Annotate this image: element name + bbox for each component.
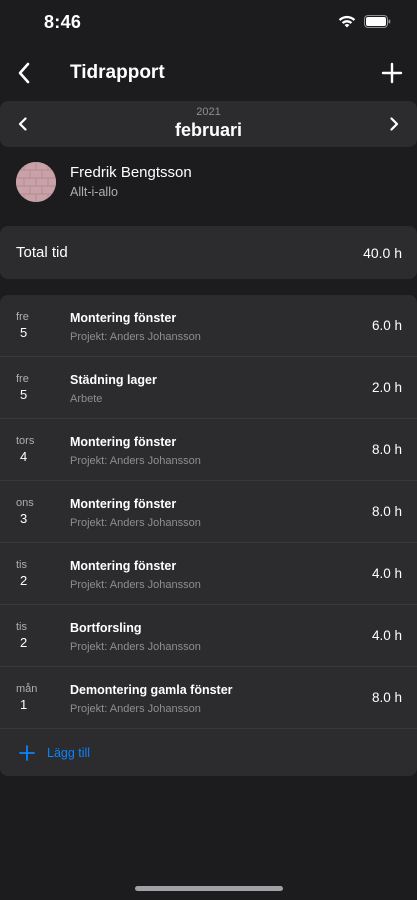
time-entry-row[interactable]: fre 5 Städning lager Arbete 2.0 h xyxy=(0,357,417,419)
time-entry-row[interactable]: fre 5 Montering fönster Projekt: Anders … xyxy=(0,295,417,357)
battery-icon xyxy=(364,15,391,28)
entry-day-name: tis xyxy=(16,559,27,571)
entry-day-name: ons xyxy=(16,497,34,509)
entry-day-number: 2 xyxy=(20,635,28,650)
entry-day-number: 1 xyxy=(20,697,28,712)
entry-day-name: fre xyxy=(16,311,29,323)
wifi-icon xyxy=(338,15,356,28)
total-time-card: Total tid 40.0 h xyxy=(0,226,417,279)
entry-title: Montering fönster xyxy=(70,435,177,449)
status-time: 8:46 xyxy=(44,12,82,32)
entry-subtitle: Projekt: Anders Johansson xyxy=(70,455,201,467)
entry-title: Montering fönster xyxy=(70,311,177,325)
month-year: 2021 xyxy=(196,106,221,118)
entry-subtitle: Projekt: Anders Johansson xyxy=(70,517,201,529)
entry-title: Bortforsling xyxy=(70,621,142,635)
entry-hours: 6.0 h xyxy=(371,318,402,333)
entry-subtitle: Arbete xyxy=(70,393,103,405)
entry-hours: 4.0 h xyxy=(371,566,402,581)
back-icon[interactable] xyxy=(12,60,38,86)
add-entry-button[interactable]: Lägg till xyxy=(0,729,417,777)
profile-name: Fredrik Bengtsson xyxy=(70,164,192,181)
entry-subtitle: Projekt: Anders Johansson xyxy=(70,579,201,591)
entry-day-number: 3 xyxy=(20,511,28,526)
profile-company: Allt-i-allo xyxy=(70,185,118,199)
entry-hours: 8.0 h xyxy=(371,504,402,519)
entry-day-number: 5 xyxy=(20,325,28,340)
profile-header: Fredrik Bengtsson Allt-i-allo xyxy=(0,152,417,212)
total-value: 40.0 h xyxy=(363,245,402,261)
time-entry-row[interactable]: mån 1 Demontering gamla fönster Projekt:… xyxy=(0,667,417,729)
entry-title: Demontering gamla fönster xyxy=(70,683,233,697)
entry-day-number: 5 xyxy=(20,387,28,402)
entry-title: Städning lager xyxy=(70,373,157,387)
next-month-icon[interactable] xyxy=(385,115,403,133)
entry-title: Montering fönster xyxy=(70,497,177,511)
entry-day-name: fre xyxy=(16,373,29,385)
add-entry-label: Lägg till xyxy=(47,746,91,760)
entry-subtitle: Projekt: Anders Johansson xyxy=(70,641,201,653)
entry-subtitle: Projekt: Anders Johansson xyxy=(70,703,201,715)
entry-day-name: mån xyxy=(16,683,38,695)
avatar xyxy=(16,162,56,202)
time-entry-row[interactable]: tis 2 Montering fönster Projekt: Anders … xyxy=(0,543,417,605)
entry-hours: 8.0 h xyxy=(371,690,402,705)
entry-day-number: 2 xyxy=(20,573,28,588)
entry-subtitle: Projekt: Anders Johansson xyxy=(70,331,201,343)
entry-day-name: tis xyxy=(16,621,27,633)
total-label: Total tid xyxy=(16,244,68,261)
month-name: februari xyxy=(174,120,243,140)
entry-hours: 2.0 h xyxy=(371,380,402,395)
time-entries-list: fre 5 Montering fönster Projekt: Anders … xyxy=(0,295,417,776)
time-entry-row[interactable]: ons 3 Montering fönster Projekt: Anders … xyxy=(0,481,417,543)
entry-title: Montering fönster xyxy=(70,559,177,573)
entry-hours: 8.0 h xyxy=(371,442,402,457)
status-bar: 8:46 xyxy=(0,0,417,48)
entry-day-number: 4 xyxy=(20,449,28,464)
month-picker: 2021 februari xyxy=(0,101,417,147)
add-button[interactable] xyxy=(379,60,405,86)
entry-hours: 4.0 h xyxy=(371,628,402,643)
page-title: Tidrapport xyxy=(70,62,165,83)
nav-bar: Tidrapport xyxy=(0,48,417,98)
avatar-image xyxy=(16,162,56,202)
plus-icon xyxy=(19,745,35,761)
time-entry-row[interactable]: tors 4 Montering fönster Projekt: Anders… xyxy=(0,419,417,481)
status-icons xyxy=(338,15,391,28)
home-indicator xyxy=(135,886,283,891)
time-entry-row[interactable]: tis 2 Bortforsling Projekt: Anders Johan… xyxy=(0,605,417,667)
entry-day-name: tors xyxy=(16,435,35,447)
